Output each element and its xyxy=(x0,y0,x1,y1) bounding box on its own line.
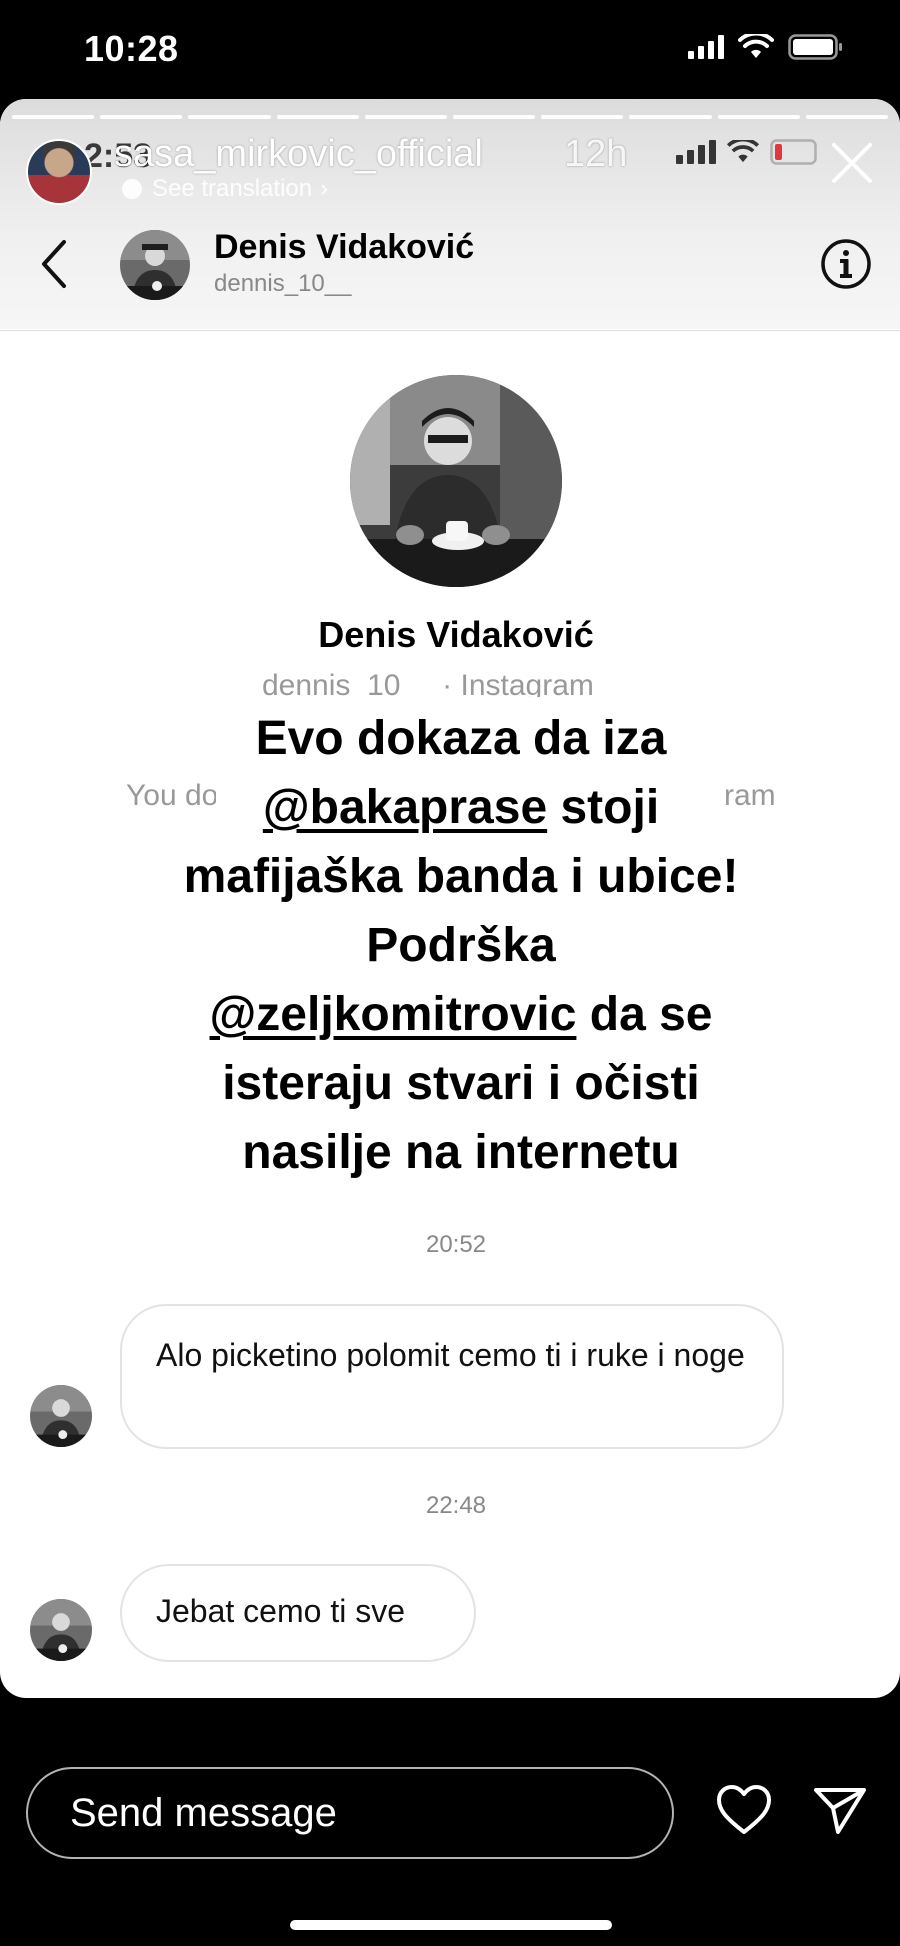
story-progress-bar xyxy=(12,115,889,119)
story-username[interactable]: sasa_mirkovic_official xyxy=(114,133,483,176)
low-battery-icon xyxy=(770,139,817,165)
person-photo-icon xyxy=(120,230,190,300)
person-photo-icon xyxy=(350,375,562,587)
message-timestamp: 20:52 xyxy=(425,1231,487,1258)
story-author-avatar[interactable] xyxy=(26,139,92,205)
home-indicator xyxy=(290,1920,612,1930)
see-translation-link[interactable]: See translation › xyxy=(120,175,328,203)
caption-line: mafijaška banda i ubice! xyxy=(183,850,739,903)
contact-avatar[interactable] xyxy=(120,230,190,300)
message-timestamp: 22:48 xyxy=(425,1492,487,1519)
contact-handle: dennis_10__ xyxy=(214,270,352,297)
progress-segment xyxy=(453,115,536,119)
story-caption: Evo dokaza da iza @bakaprase stoji mafij… xyxy=(110,704,812,1187)
sender-avatar[interactable] xyxy=(30,1599,92,1661)
caption-line: @zeljkomitrovic da se xyxy=(110,980,812,1049)
dm-header: Denis Vidaković dennis_10__ xyxy=(0,214,900,334)
translate-bubble-icon xyxy=(122,179,142,199)
progress-segment xyxy=(717,115,800,119)
cellular-signal-icon xyxy=(676,140,716,164)
screenshot-status-icons xyxy=(676,139,822,165)
header-divider xyxy=(0,330,900,331)
progress-segment xyxy=(541,115,624,119)
progress-segment xyxy=(12,115,95,119)
back-chevron-icon[interactable] xyxy=(36,238,72,290)
sender-avatar[interactable] xyxy=(30,1385,92,1447)
status-time: 10:28 xyxy=(84,28,179,69)
info-icon[interactable] xyxy=(820,238,872,290)
send-message-input[interactable]: Send message xyxy=(26,1767,674,1859)
profile-photo[interactable] xyxy=(350,375,562,587)
cellular-signal-icon xyxy=(688,35,724,59)
message-bubble[interactable]: Jebat cemo ti sve xyxy=(120,1564,476,1662)
mention-link[interactable]: @zeljkomitrovic xyxy=(210,988,577,1041)
contact-name: Denis Vidaković xyxy=(214,228,475,266)
story-time: 12h xyxy=(564,133,628,175)
profile-subtitle: dennis_10__ · Instagram xyxy=(262,669,594,697)
caption-line: isteraju stvari i očisti xyxy=(222,1057,700,1110)
chevron-right-icon: › xyxy=(320,175,329,202)
progress-segment xyxy=(276,115,359,119)
see-translation-label: See translation xyxy=(152,175,313,202)
caption-text: stoji xyxy=(547,781,660,834)
caption-line: @bakaprase stoji xyxy=(110,773,812,842)
mention-link[interactable]: @bakaprase xyxy=(263,781,547,834)
story-card[interactable]: 2:53 sasa_mirkovic_official 12h See tran… xyxy=(0,99,900,1698)
status-bar: 10:28 xyxy=(0,0,900,100)
wifi-icon xyxy=(738,34,774,58)
person-photo-icon xyxy=(30,1385,92,1447)
message-bubble[interactable]: Alo picketino polomit cemo ti i ruke i n… xyxy=(120,1304,784,1449)
wifi-icon xyxy=(726,140,760,163)
caption-text: da se xyxy=(576,988,713,1041)
progress-segment xyxy=(364,115,448,119)
caption-line: nasilje na internetu xyxy=(242,1126,680,1179)
caption-line: Podrška xyxy=(366,919,556,972)
person-photo-icon xyxy=(30,1599,92,1661)
progress-segment xyxy=(188,115,271,119)
status-icons xyxy=(688,34,844,60)
heart-icon[interactable] xyxy=(716,1784,772,1836)
progress-segment xyxy=(100,115,183,119)
progress-segment xyxy=(805,115,889,119)
profile-name: Denis Vidaković xyxy=(318,614,594,655)
send-icon[interactable] xyxy=(812,1786,868,1836)
close-icon[interactable] xyxy=(824,135,880,191)
battery-icon xyxy=(788,34,842,60)
progress-segment xyxy=(629,115,712,119)
caption-line: Evo dokaza da iza xyxy=(255,712,667,765)
